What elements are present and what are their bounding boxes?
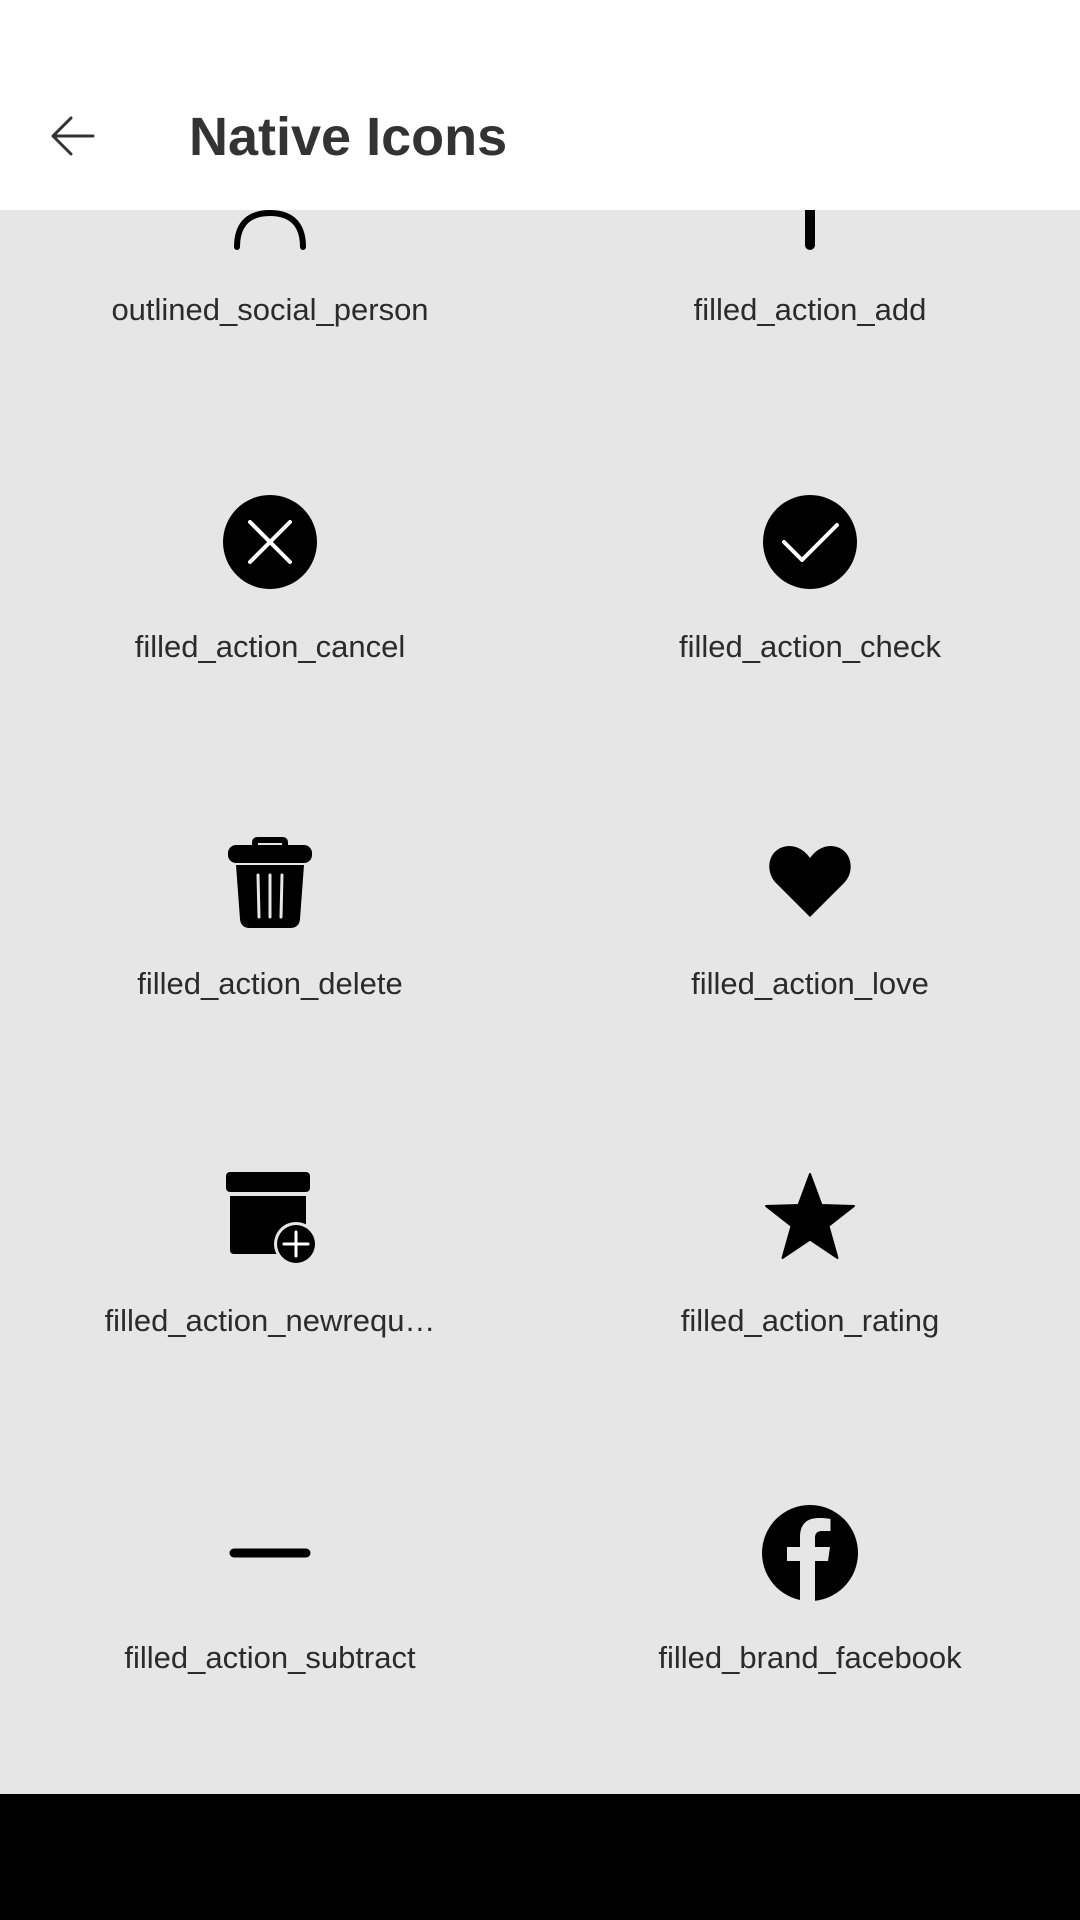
trash-icon [220,829,320,929]
page-title: Native Icons [189,107,508,167]
icon-grid-scroll-area[interactable]: outlined_social_person filled_action_add [0,210,1080,1794]
app-bar: Native Icons [0,0,1080,210]
icon-tile-filled-action-cancel[interactable]: filled_action_cancel [0,392,540,729]
system-navigation-bar [0,1794,1080,1920]
icon-tile-filled-action-delete[interactable]: filled_action_delete [0,729,540,1066]
icon-tile-filled-action-rating[interactable]: filled_action_rating [540,1066,1080,1403]
icon-label: filled_action_newrequ… [104,1303,436,1338]
icon-tile-filled-action-newrequest[interactable]: filled_action_newrequ… [0,1066,540,1403]
add-icon [760,210,860,255]
star-icon [760,1166,860,1266]
back-button[interactable] [28,96,118,176]
arrow-left-icon [51,116,95,156]
icon-label: filled_action_subtract [124,1640,416,1675]
cancel-circle-icon [220,492,320,592]
icon-label: filled_action_check [679,629,941,664]
icon-tile-filled-action-add[interactable]: filled_action_add [540,210,1080,392]
icon-label: filled_action_add [693,292,927,327]
icon-tile-filled-brand-facebook[interactable]: filled_brand_facebook [540,1403,1080,1740]
facebook-icon [760,1503,860,1603]
icon-tile-outlined-social-person[interactable]: outlined_social_person [0,210,540,392]
icon-label: outlined_social_person [111,292,429,327]
icon-label: filled_action_rating [680,1303,940,1338]
icon-tile-filled-action-subtract[interactable]: filled_action_subtract [0,1403,540,1740]
minus-icon [220,1503,320,1603]
icon-label: filled_action_love [691,966,929,1001]
check-circle-icon [760,492,860,592]
person-outline-icon [220,210,320,255]
icon-label: filled_action_cancel [134,629,406,664]
new-request-icon [220,1166,320,1266]
icon-label: filled_action_delete [137,966,403,1001]
heart-icon [760,829,860,929]
screen: Native Icons outlined_social_person fill… [0,0,1080,1920]
icon-label: filled_brand_facebook [658,1640,962,1675]
icon-tile-filled-action-love[interactable]: filled_action_love [540,729,1080,1066]
icon-tile-filled-action-check[interactable]: filled_action_check [540,392,1080,729]
